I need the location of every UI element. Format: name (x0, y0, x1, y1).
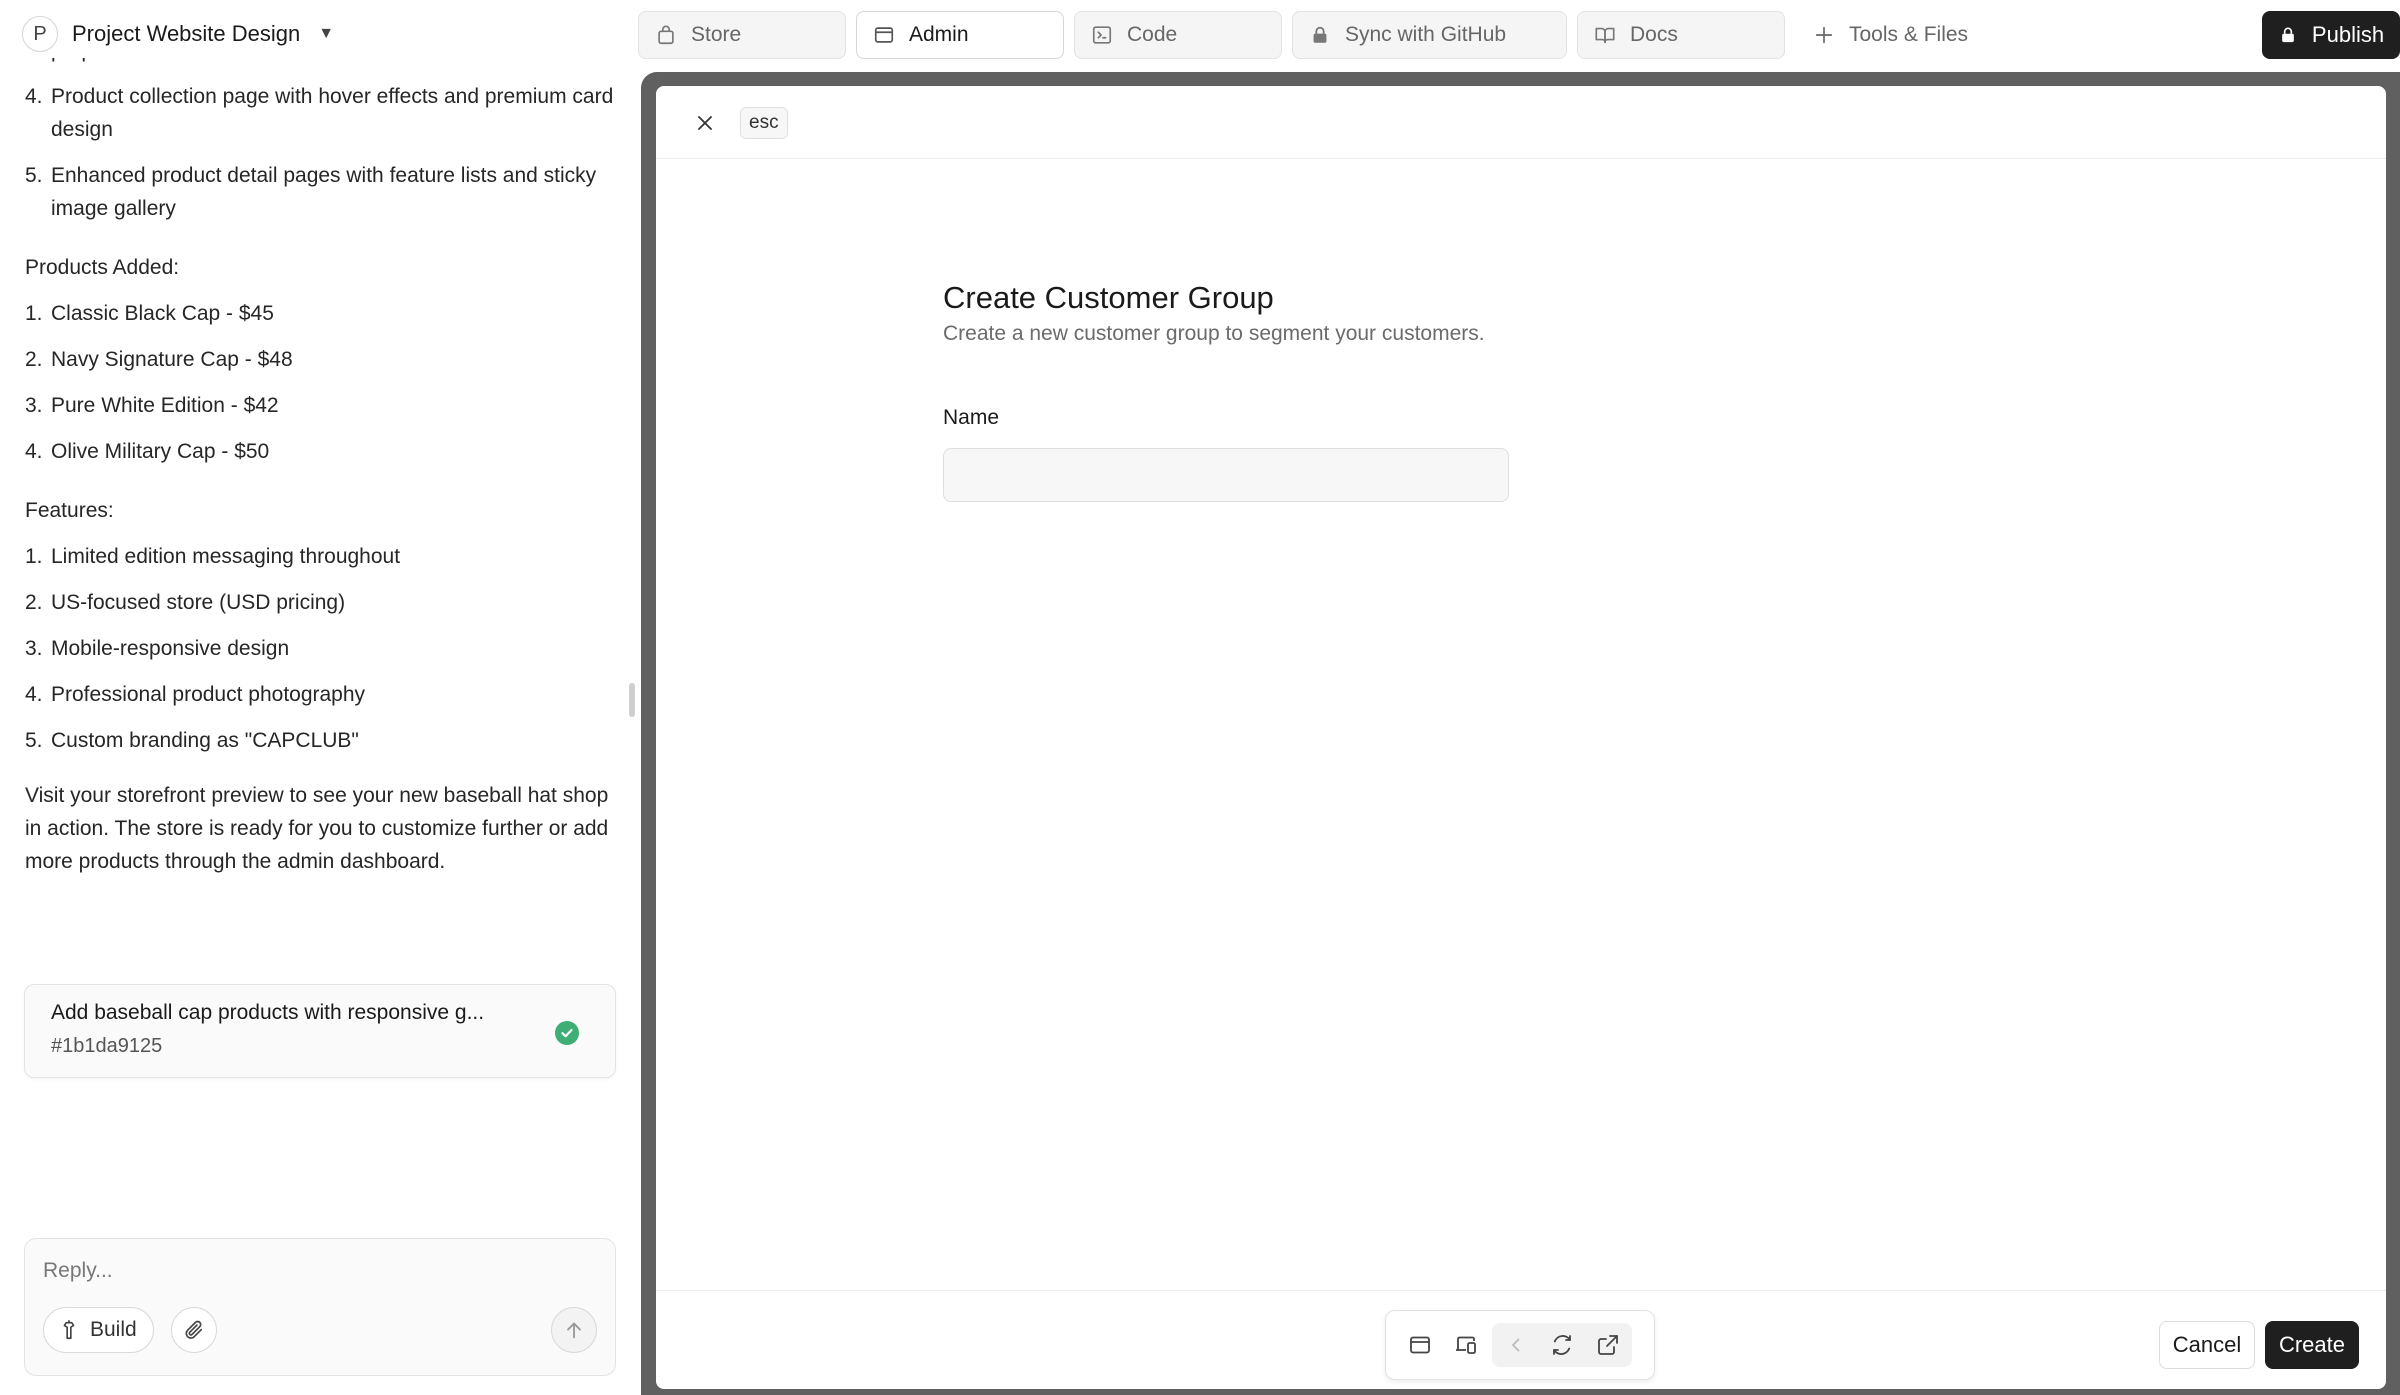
attach-button[interactable] (171, 1307, 217, 1353)
products-heading: Products Added: (25, 256, 180, 279)
lock-icon (2278, 25, 2298, 45)
list-item: 4. Professional product photography (25, 683, 366, 706)
hammer-icon (58, 1319, 80, 1341)
publish-button[interactable]: Publish (2262, 11, 2400, 59)
tab-admin[interactable]: Admin (856, 11, 1064, 59)
publish-label: Publish (2311, 22, 2385, 47)
list-item: 1. Limited edition messaging throughout (25, 545, 401, 568)
list-item: 3. Pure White Edition - $42 (25, 394, 279, 417)
chevron-left-icon[interactable] (1496, 1325, 1536, 1365)
list-item: 4. Product collection page with hover ef… (25, 85, 614, 141)
preview-toolbar (1385, 1310, 1655, 1380)
book-icon (1594, 24, 1616, 46)
chat-panel: P Project Website Design ▼ propositions … (0, 0, 626, 1395)
commit-card[interactable]: Add baseball cap products with responsiv… (24, 984, 616, 1078)
list-item: 5. Enhanced product detail pages with fe… (25, 164, 597, 220)
list-item: 1. Classic Black Cap - $45 (25, 302, 274, 325)
build-label: Build (90, 1318, 137, 1341)
browser-window-icon[interactable] (1400, 1325, 1440, 1365)
cancel-button[interactable]: Cancel (2159, 1321, 2255, 1369)
commit-hash: #1b1da9125 (51, 1035, 163, 1057)
list-item: 2. Navy Signature Cap - $48 (25, 348, 293, 371)
bag-icon (655, 24, 677, 46)
terminal-icon (1091, 24, 1113, 46)
tab-sync-github[interactable]: Sync with GitHub (1292, 11, 1567, 59)
create-customer-group-modal: esc Create Customer Group Create a new c… (656, 86, 2386, 1389)
list-item: 5. Custom branding as "CAPCLUB" (25, 729, 359, 752)
list-item: 2. US-focused store (USD pricing) (25, 591, 346, 614)
send-button[interactable] (551, 1307, 597, 1353)
lock-icon (1309, 24, 1331, 46)
tab-label: Docs (1630, 23, 1678, 46)
closing-paragraph: Visit your storefront preview to see you… (25, 784, 609, 873)
caret-down-icon: ▼ (318, 25, 335, 42)
assistant-message: propositions 4. Product collection page … (25, 58, 615, 878)
window-icon (873, 24, 895, 46)
tab-docs[interactable]: Docs (1577, 11, 1785, 59)
tools-files-button[interactable]: Tools & Files (1795, 11, 1968, 59)
tab-label: Sync with GitHub (1345, 23, 1507, 46)
responsive-devices-icon[interactable] (1446, 1325, 1486, 1365)
check-circle-icon (555, 1021, 579, 1045)
esc-shortcut-badge: esc (740, 107, 788, 139)
tab-label: Code (1127, 23, 1178, 46)
create-button[interactable]: Create (2265, 1321, 2359, 1369)
tab-label: Tools & Files (1849, 23, 1969, 46)
project-name: Project Website Design (72, 21, 301, 46)
build-mode-button[interactable]: Build (43, 1307, 154, 1353)
top-tab-bar: Store Admin Code Sync with GitHub Docs T… (638, 11, 1968, 59)
open-external-icon[interactable] (1588, 1325, 1628, 1365)
tab-code[interactable]: Code (1074, 11, 1282, 59)
modal-header: esc (656, 86, 2386, 159)
panel-resize-handle[interactable] (629, 683, 635, 717)
close-button[interactable] (690, 108, 720, 138)
project-avatar: P (22, 16, 58, 52)
features-heading: Features: (25, 499, 114, 522)
plus-icon (1813, 24, 1835, 46)
tab-store[interactable]: Store (638, 11, 846, 59)
form-subtitle: Create a new customer group to segment y… (943, 322, 1485, 345)
close-icon (695, 113, 715, 133)
name-label: Name (943, 406, 1000, 429)
list-item: 4. Olive Military Cap - $50 (25, 440, 270, 463)
reply-composer: Build (24, 1238, 616, 1376)
arrow-up-icon (563, 1319, 585, 1341)
list-item: propositions (25, 58, 615, 67)
list-item: 3. Mobile-responsive design (25, 637, 290, 660)
commit-title: Add baseball cap products with responsiv… (51, 1001, 485, 1024)
preview-nav-group (1492, 1323, 1632, 1367)
chat-scroll-area[interactable]: propositions 4. Product collection page … (0, 58, 626, 1088)
refresh-icon[interactable] (1542, 1325, 1582, 1365)
tab-label: Store (691, 23, 742, 46)
name-input[interactable] (943, 448, 1509, 502)
form-title: Create Customer Group (943, 280, 1274, 315)
reply-input[interactable] (43, 1253, 583, 1289)
modal-footer: Cancel Create (656, 1290, 2386, 1389)
paperclip-icon (183, 1319, 205, 1341)
project-switcher[interactable]: P Project Website Design ▼ (22, 16, 334, 52)
tab-label: Admin (909, 23, 969, 46)
